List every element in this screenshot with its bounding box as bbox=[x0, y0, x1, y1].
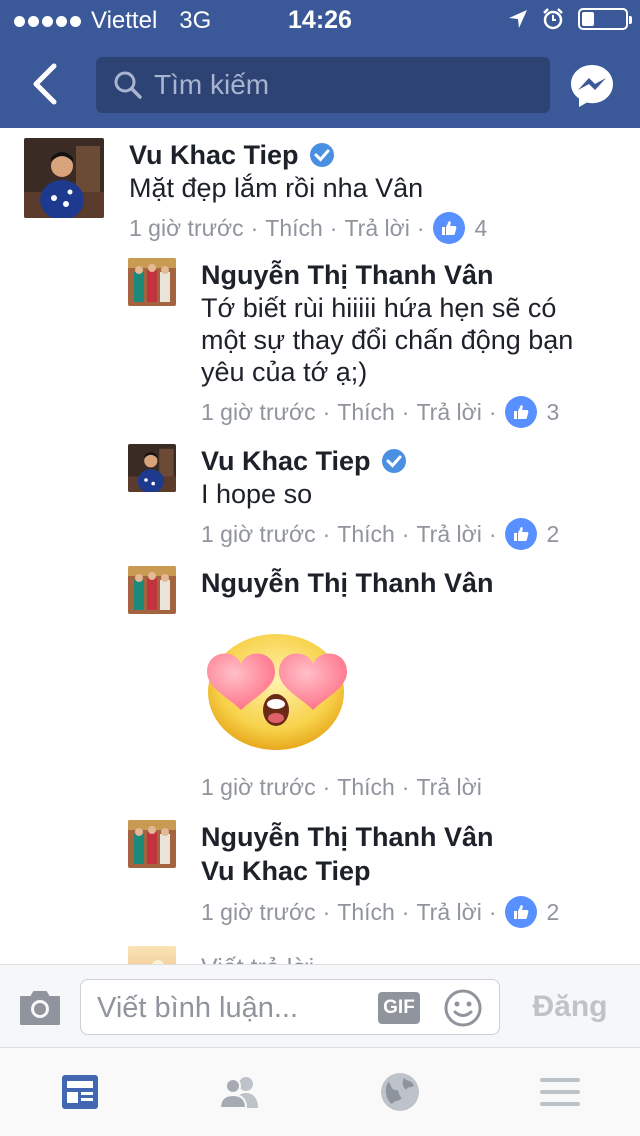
comment-input[interactable] bbox=[97, 990, 357, 1026]
search-input[interactable] bbox=[154, 69, 514, 101]
like-button[interactable]: Thích bbox=[337, 519, 395, 549]
like-button[interactable]: Thích bbox=[337, 897, 395, 927]
like-button[interactable]: Thích bbox=[337, 397, 395, 427]
top-bar: Viettel 3G 14:26 bbox=[0, 0, 640, 128]
avatar[interactable] bbox=[24, 138, 104, 218]
heart-eyes-emoji-icon bbox=[207, 634, 347, 750]
comment-meta: 1 giờ trước · Thích · Trả lời · 2 bbox=[201, 896, 559, 928]
back-chevron-icon[interactable] bbox=[26, 62, 66, 106]
globe-icon[interactable] bbox=[378, 1070, 422, 1114]
comment-meta: 1 giờ trước · Thích · Trả lời · 2 bbox=[201, 518, 559, 550]
reply-button[interactable]: Trả lời bbox=[344, 213, 409, 243]
comment-time: 1 giờ trước bbox=[201, 521, 316, 547]
avatar[interactable] bbox=[128, 258, 176, 306]
reply-button[interactable]: Trả lời bbox=[416, 897, 481, 927]
avatar bbox=[128, 946, 176, 964]
friends-icon[interactable] bbox=[218, 1070, 262, 1114]
comment-author[interactable]: Nguyễn Thị Thanh Vân bbox=[201, 258, 494, 292]
avatar[interactable] bbox=[128, 444, 176, 492]
reply-comment: Vu Khac Tiep I hope so 1 giờ trước · Thíc… bbox=[128, 444, 628, 554]
menu-icon[interactable] bbox=[538, 1070, 582, 1114]
comment-time: 1 giờ trước bbox=[129, 215, 244, 241]
compose-bar: GIF Đăng bbox=[0, 964, 640, 1048]
reply-button[interactable]: Trả lời bbox=[416, 772, 481, 802]
comment-thread: Vu Khac Tiep Mặt đẹp lắm rồi nha Vân 1 g… bbox=[0, 128, 640, 964]
verified-badge-icon bbox=[381, 449, 406, 473]
like-count-icon bbox=[505, 518, 538, 550]
reply-prompt[interactable]: Viết trả lời bbox=[128, 946, 628, 964]
verified-badge-icon bbox=[309, 143, 334, 167]
avatar[interactable] bbox=[128, 566, 176, 614]
comment-text-line: yêu của tớ ạ;) bbox=[201, 357, 368, 387]
post-button[interactable]: Đăng bbox=[512, 985, 628, 1029]
comment: Vu Khac Tiep Mặt đẹp lắm rồi nha Vân 1 g… bbox=[24, 138, 624, 248]
comment-time: 1 giờ trước bbox=[201, 399, 316, 425]
like-count[interactable]: 2 bbox=[546, 897, 559, 927]
mentioned-user[interactable]: Vu Khac Tiep bbox=[201, 854, 371, 888]
like-count[interactable]: 4 bbox=[474, 213, 487, 243]
news-feed-icon[interactable] bbox=[58, 1070, 102, 1114]
messenger-icon[interactable] bbox=[568, 62, 616, 110]
comment-text: Mặt đẹp lắm rồi nha Vân bbox=[129, 173, 424, 203]
like-button[interactable]: Thích bbox=[337, 772, 395, 802]
emoji-icon[interactable] bbox=[443, 988, 483, 1028]
gif-button[interactable]: GIF bbox=[378, 992, 420, 1024]
comment-author[interactable]: Vu Khac Tiep bbox=[129, 138, 299, 172]
location-arrow-icon bbox=[509, 10, 527, 28]
status-bar: Viettel 3G 14:26 bbox=[0, 0, 640, 40]
reply-button[interactable]: Trả lời bbox=[416, 519, 481, 549]
comment-author[interactable]: Vu Khac Tiep bbox=[201, 444, 371, 478]
reply-prompt-text[interactable]: Viết trả lời bbox=[201, 952, 314, 964]
comment-author[interactable]: Nguyễn Thị Thanh Vân bbox=[201, 820, 494, 854]
comment-text-line: một sự thay đổi chấn động bạn bbox=[201, 325, 574, 355]
comment-meta: 1 giờ trước · Thích · Trả lời · 4 bbox=[129, 212, 487, 244]
search-bar[interactable] bbox=[96, 57, 550, 113]
like-button[interactable]: Thích bbox=[265, 213, 323, 243]
comment-time: 1 giờ trước bbox=[201, 899, 316, 925]
battery-icon bbox=[578, 8, 632, 30]
like-count-icon bbox=[505, 896, 538, 928]
avatar[interactable] bbox=[128, 820, 176, 868]
comment-meta: 1 giờ trước · Thích · Trả lời · 3 bbox=[201, 396, 573, 428]
tab-bar bbox=[0, 1048, 640, 1136]
reply-button[interactable]: Trả lời bbox=[416, 397, 481, 427]
comment-input-box[interactable]: GIF bbox=[80, 979, 500, 1035]
reply-comment: Nguyễn Thị Thanh Vân Tớ biết rùi hiiiii … bbox=[128, 258, 628, 428]
reply-comment: Nguyễn Thị Thanh Vân 1 giờ trước · Thích ·… bbox=[128, 566, 628, 816]
comment-text-line: Tớ biết rùi hiiiii hứa hẹn sẽ có bbox=[201, 293, 557, 323]
like-count[interactable]: 3 bbox=[546, 397, 559, 427]
reply-comment: Nguyễn Thị Thanh Vân Vu Khac Tiep 1 giờ … bbox=[128, 820, 628, 930]
search-icon bbox=[114, 71, 142, 99]
comment-text: I hope so bbox=[201, 479, 313, 509]
like-count-icon bbox=[505, 396, 538, 428]
like-count-icon bbox=[433, 212, 466, 244]
comment-time: 1 giờ trước bbox=[201, 774, 316, 800]
comment-author[interactable]: Nguyễn Thị Thanh Vân bbox=[201, 566, 494, 600]
alarm-icon bbox=[543, 8, 563, 30]
comment-meta: 1 giờ trước · Thích · Trả lời bbox=[201, 772, 482, 802]
camera-icon[interactable] bbox=[18, 987, 62, 1027]
like-count[interactable]: 2 bbox=[546, 519, 559, 549]
